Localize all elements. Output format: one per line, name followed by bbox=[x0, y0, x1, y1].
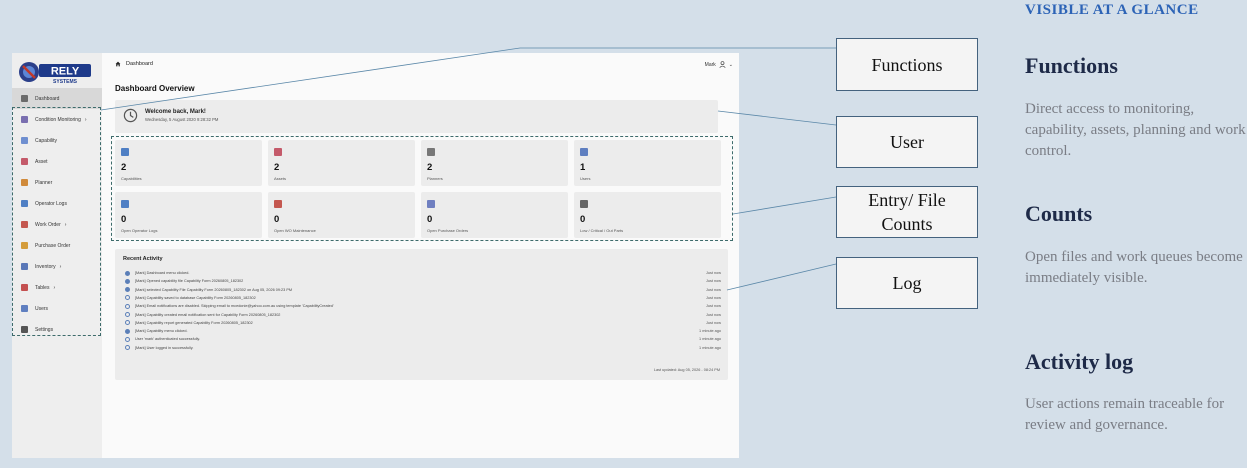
callout-functions-label: Functions bbox=[871, 54, 943, 75]
callout-log-label: Log bbox=[892, 273, 922, 293]
kicker-title: VISIBLE AT A GLANCE bbox=[1025, 2, 1199, 18]
callout-entry-file-counts: Entry/ File Counts bbox=[836, 186, 978, 238]
callout-functions: Functions bbox=[836, 38, 978, 91]
callout-user: User bbox=[836, 116, 978, 168]
section-body-functions: Direct access to monitoring, capability,… bbox=[1025, 101, 1246, 159]
section-heading-counts: Counts bbox=[1025, 201, 1093, 226]
section-body-activity-log: User actions remain traceable for review… bbox=[1025, 396, 1225, 433]
section-body-counts: Open files and work queues become immedi… bbox=[1025, 249, 1243, 286]
callout-entry-label: Entry/ File Counts bbox=[868, 190, 946, 234]
section-heading-activity-log: Activity log bbox=[1025, 349, 1134, 374]
callout-user-label: User bbox=[890, 132, 924, 152]
callout-log: Log bbox=[836, 257, 978, 309]
section-heading-functions: Functions bbox=[1025, 53, 1118, 78]
